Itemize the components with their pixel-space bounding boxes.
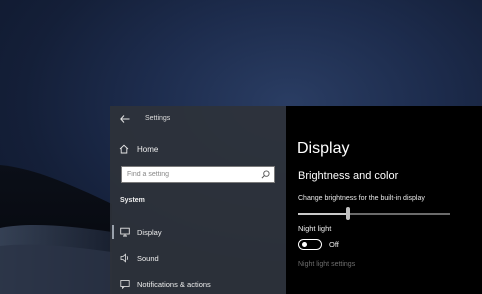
nav-item-display[interactable]: Display [110, 223, 286, 241]
night-light-label: Night light [298, 224, 332, 233]
content-pane: Display Brightness and color Change brig… [286, 106, 482, 294]
home-icon [119, 144, 129, 154]
nav-item-notifications[interactable]: Notifications & actions [110, 275, 286, 293]
title-bar: Settings [110, 106, 286, 132]
section-header-system: System [120, 197, 145, 204]
navigation-pane: Settings Home System Display [110, 106, 286, 294]
slider-thumb[interactable] [346, 207, 351, 220]
speaker-icon [120, 253, 129, 263]
search-box[interactable] [121, 166, 275, 183]
brightness-slider[interactable] [298, 206, 450, 222]
night-light-state: Off [329, 240, 339, 249]
night-light-toggle[interactable] [298, 239, 322, 250]
back-button[interactable] [118, 112, 132, 126]
page-title: Display [297, 140, 350, 157]
slider-fill [298, 213, 349, 215]
night-light-settings-link[interactable]: Night light settings [298, 261, 355, 268]
section-title-brightness: Brightness and color [298, 170, 399, 182]
monitor-icon [120, 227, 130, 237]
nav-home-label: Home [137, 144, 159, 154]
arrow-left-icon [120, 115, 130, 123]
settings-window: Settings Home System Display [110, 106, 482, 294]
notification-icon [120, 280, 130, 289]
search-icon[interactable] [261, 170, 270, 179]
nav-item-sound[interactable]: Sound [110, 249, 286, 267]
toggle-knob [302, 242, 307, 247]
brightness-label: Change brightness for the built-in displ… [298, 195, 425, 202]
app-title: Settings [145, 115, 171, 122]
nav-item-label: Notifications & actions [137, 280, 211, 289]
nav-item-label: Sound [137, 254, 159, 263]
nav-home[interactable]: Home [119, 142, 158, 156]
selection-indicator [112, 225, 114, 239]
search-input[interactable] [127, 167, 257, 182]
nav-item-label: Display [137, 228, 162, 237]
